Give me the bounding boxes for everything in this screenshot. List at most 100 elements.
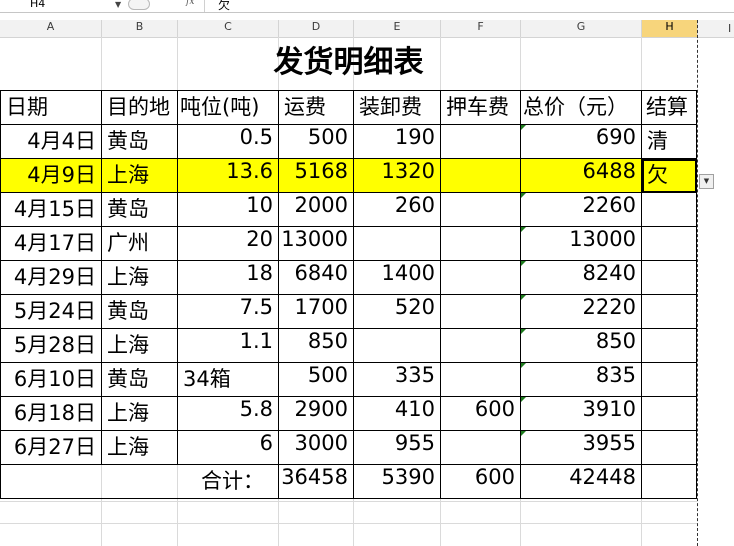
cell-destination[interactable]: 上海 [102, 159, 177, 192]
cell-tonnage[interactable]: 18 [178, 261, 278, 294]
column-header-b[interactable]: B [102, 20, 178, 37]
cell-settlement[interactable] [642, 261, 696, 294]
header-total-price[interactable]: 总价（元） [521, 91, 641, 124]
cell-settlement[interactable] [642, 295, 696, 328]
cell-tonnage[interactable]: 7.5 [178, 295, 278, 328]
cell-escort-fee[interactable] [441, 295, 520, 328]
cell-freight[interactable]: 3000 [279, 431, 353, 464]
sheet-title[interactable]: 发货明细表 [0, 37, 697, 91]
cell-date[interactable]: 5月28日 [1, 329, 101, 362]
cell-settlement[interactable] [642, 329, 696, 362]
column-header-h[interactable]: H [642, 20, 698, 37]
cell-destination[interactable]: 上海 [102, 261, 177, 294]
cell-escort-fee[interactable]: 600 [441, 397, 520, 430]
cell-date[interactable]: 5月24日 [1, 295, 101, 328]
cell-date[interactable]: 6月18日 [1, 397, 101, 430]
error-indicator-icon[interactable] [521, 125, 526, 130]
cell-settlement[interactable] [642, 193, 696, 226]
cell-freight[interactable]: 5168 [279, 159, 353, 192]
cell-escort-fee[interactable] [441, 125, 520, 158]
header-escort-fee[interactable]: 押车费 [441, 91, 520, 124]
cell-escort-fee[interactable] [441, 193, 520, 226]
cell-date[interactable]: 4月29日 [1, 261, 101, 294]
error-indicator-icon[interactable] [521, 363, 526, 368]
error-indicator-icon[interactable] [521, 193, 526, 198]
active-cell-selection[interactable] [642, 159, 697, 193]
total-loading-fee[interactable]: 5390 [354, 465, 440, 498]
name-box-dropdown-icon[interactable]: ▼ [115, 0, 121, 10]
cell-escort-fee[interactable] [441, 363, 520, 396]
cell-escort-fee[interactable] [441, 227, 520, 260]
cell-total-price[interactable]: 3910 [521, 397, 641, 430]
header-loading-fee[interactable]: 装卸费 [354, 91, 440, 124]
column-header-f[interactable]: F [441, 20, 521, 37]
cell-date[interactable]: 4月15日 [1, 193, 101, 226]
chevron-down-icon[interactable]: ▼ [699, 174, 714, 189]
header-settlement[interactable]: 结算 [642, 91, 696, 124]
cell-freight[interactable]: 2000 [279, 193, 353, 226]
column-header-g[interactable]: G [521, 20, 642, 37]
formula-input[interactable]: 欠 [218, 0, 230, 11]
cell-loading-fee[interactable]: 410 [354, 397, 440, 430]
cell-escort-fee[interactable] [441, 431, 520, 464]
cell-tonnage[interactable]: 0.5 [178, 125, 278, 158]
cell-destination[interactable]: 黄岛 [102, 125, 177, 158]
cell-freight[interactable]: 13000 [279, 227, 353, 260]
cell-date[interactable]: 4月9日 [1, 159, 101, 192]
cell-loading-fee[interactable]: 260 [354, 193, 440, 226]
cell-loading-fee[interactable]: 1320 [354, 159, 440, 192]
cell-tonnage[interactable]: 1.1 [178, 329, 278, 362]
cell-freight[interactable]: 2900 [279, 397, 353, 430]
cell-freight[interactable]: 500 [279, 125, 353, 158]
total-freight[interactable]: 36458 [279, 465, 353, 498]
total-grand[interactable]: 42448 [521, 465, 641, 498]
error-indicator-icon[interactable] [521, 431, 526, 436]
cell-destination[interactable]: 上海 [102, 431, 177, 464]
cell-freight[interactable]: 850 [279, 329, 353, 362]
header-date[interactable]: 日期 [1, 91, 101, 124]
column-header-i[interactable]: I [728, 20, 734, 37]
cell-destination[interactable]: 上海 [102, 397, 177, 430]
name-box[interactable]: H4 [0, 0, 124, 11]
cell-date[interactable]: 6月10日 [1, 363, 101, 396]
cell-settlement[interactable] [642, 431, 696, 464]
total-escort-fee[interactable]: 600 [441, 465, 520, 498]
cell-total-price[interactable]: 8240 [521, 261, 641, 294]
cell-loading-fee[interactable]: 190 [354, 125, 440, 158]
cell-escort-fee[interactable] [441, 329, 520, 362]
cell-tonnage[interactable]: 13.6 [178, 159, 278, 192]
header-tonnage[interactable]: 吨位(吨) [178, 91, 278, 124]
column-header-e[interactable]: E [354, 20, 441, 37]
formula-bar-resize-handle[interactable] [128, 0, 150, 10]
error-indicator-icon[interactable] [521, 261, 526, 266]
error-indicator-icon[interactable] [521, 295, 526, 300]
cell-loading-fee[interactable]: 335 [354, 363, 440, 396]
cell-tonnage[interactable]: 10 [178, 193, 278, 226]
cell-total-price[interactable]: 3955 [521, 431, 641, 464]
cell-total-price[interactable]: 690 [521, 125, 641, 158]
cell-total-price[interactable]: 2260 [521, 193, 641, 226]
cell-tonnage[interactable]: 34箱 [178, 363, 278, 396]
cell-escort-fee[interactable] [441, 261, 520, 294]
cell-destination[interactable]: 广州 [102, 227, 177, 260]
error-indicator-icon[interactable] [521, 329, 526, 334]
header-freight[interactable]: 运费 [279, 91, 353, 124]
cell-date[interactable]: 6月27日 [1, 431, 101, 464]
cell-total-price[interactable]: 6488 [521, 159, 641, 192]
cell-date[interactable]: 4月17日 [1, 227, 101, 260]
cell-tonnage[interactable]: 5.8 [178, 397, 278, 430]
fx-icon[interactable]: fx [186, 0, 194, 7]
cell-freight[interactable]: 1700 [279, 295, 353, 328]
cell-destination[interactable]: 黄岛 [102, 193, 177, 226]
cell-destination[interactable]: 上海 [102, 329, 177, 362]
cell-escort-fee[interactable] [441, 159, 520, 192]
cell-settlement[interactable] [642, 363, 696, 396]
error-indicator-icon[interactable] [521, 397, 526, 402]
cell-total-price[interactable]: 2220 [521, 295, 641, 328]
cell-total-price[interactable]: 13000 [521, 227, 641, 260]
column-header-a[interactable]: A [0, 20, 102, 37]
cell-loading-fee[interactable] [354, 227, 440, 260]
cell-settlement[interactable]: 清 [642, 125, 696, 158]
cell-loading-fee[interactable]: 1400 [354, 261, 440, 294]
cell-settlement[interactable] [642, 397, 696, 430]
